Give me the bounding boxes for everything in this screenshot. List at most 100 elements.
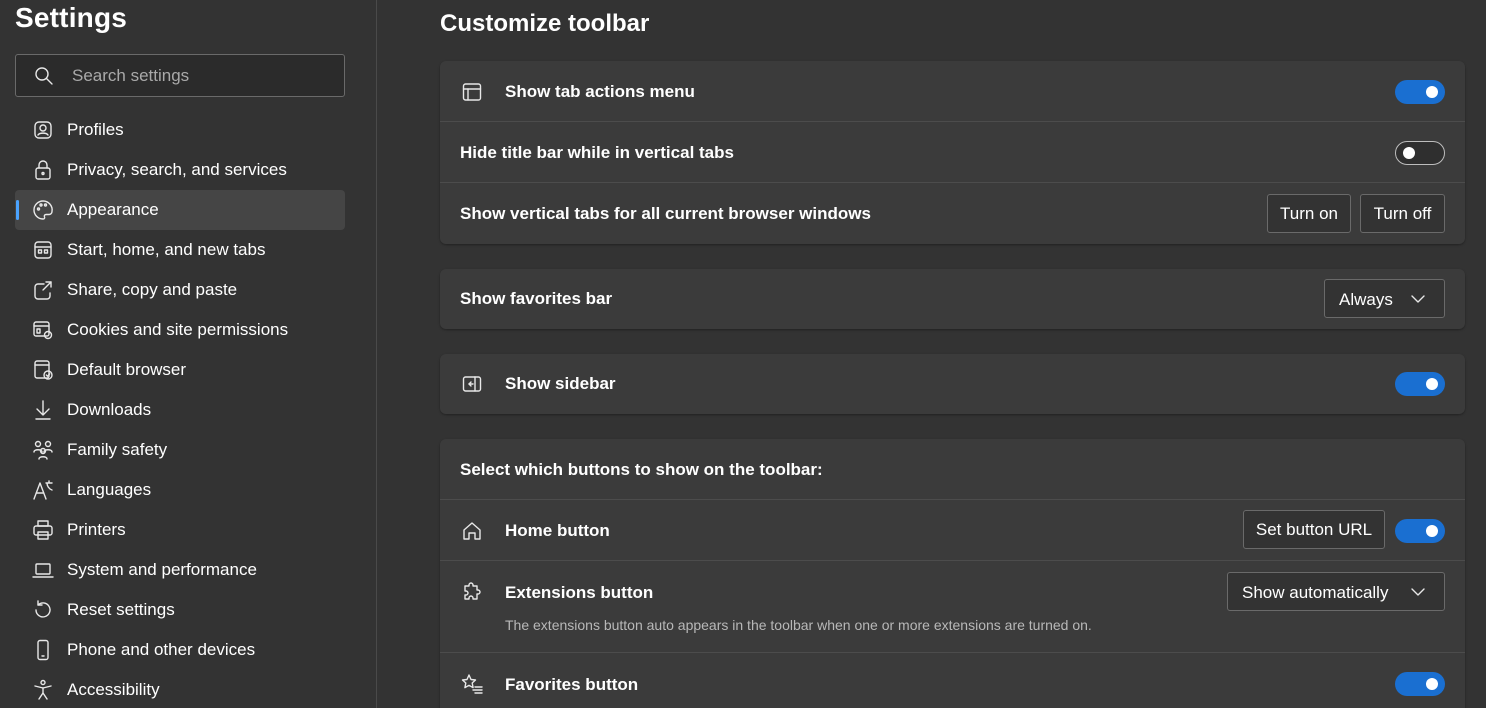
dropdown-value: Show automatically <box>1242 583 1389 602</box>
sidebar-item-reset[interactable]: Reset settings <box>15 590 345 630</box>
extensions-button-description: The extensions button auto appears in th… <box>505 617 1092 633</box>
setting-row-extensions-button: Extensions button The extensions button … <box>440 561 1465 653</box>
sidebar-item-label: Accessibility <box>67 680 160 699</box>
tabs-card: Show tab actions menu Hide title bar whi… <box>440 61 1465 244</box>
sidebar-label: Show sidebar <box>505 374 616 393</box>
favorites-bar-card: Show favorites bar Always <box>440 269 1465 329</box>
favorites-bar-label: Show favorites bar <box>460 289 613 308</box>
sidebar-item-languages[interactable]: Languages <box>15 470 345 510</box>
profile-icon <box>32 119 54 141</box>
toggle-knob <box>1426 678 1438 690</box>
toolbar-buttons-heading-row: Select which buttons to show on the tool… <box>440 439 1465 500</box>
laptop-icon <box>32 559 54 581</box>
languages-icon <box>32 479 54 501</box>
hide-title-bar-toggle[interactable] <box>1395 141 1445 165</box>
sidebar-item-label: Privacy, search, and services <box>67 160 287 179</box>
favorites-button-label: Favorites button <box>505 675 639 694</box>
sidebar-item-label: Family safety <box>67 440 168 459</box>
phone-icon <box>32 639 54 661</box>
setting-row-favorites-bar: Show favorites bar Always <box>440 269 1465 329</box>
sidebar-item-label: Cookies and site permissions <box>67 320 289 339</box>
search-input[interactable] <box>72 63 332 89</box>
sidebar-item-cookies[interactable]: Cookies and site permissions <box>15 310 345 350</box>
download-icon <box>32 399 54 421</box>
sidebar-toggle[interactable] <box>1395 372 1445 396</box>
setting-row-vertical-tabs: Show vertical tabs for all current brows… <box>440 183 1465 244</box>
set-button-url-button[interactable]: Set button URL <box>1243 510 1385 549</box>
sidebar-item-accessibility[interactable]: Accessibility <box>15 670 345 708</box>
tab-actions-label: Show tab actions menu <box>505 82 695 101</box>
palette-icon <box>32 199 54 221</box>
settings-title: Settings <box>15 2 128 33</box>
puzzle-icon <box>461 581 483 603</box>
home-button-label: Home button <box>505 521 610 540</box>
tab-actions-toggle[interactable] <box>1395 80 1445 104</box>
default-browser-icon <box>32 359 54 381</box>
favorites-bar-dropdown[interactable]: Always <box>1324 279 1445 318</box>
accessibility-icon <box>32 679 54 701</box>
home-button-toggle[interactable] <box>1395 519 1445 543</box>
tab-actions-icon <box>461 81 483 103</box>
share-icon <box>32 279 54 301</box>
extensions-button-dropdown[interactable]: Show automatically <box>1227 572 1445 611</box>
sidebar-item-privacy[interactable]: Privacy, search, and services <box>15 150 345 190</box>
chevron-down-icon <box>1410 293 1426 305</box>
dropdown-value: Always <box>1339 290 1393 309</box>
sidebar-item-label: System and performance <box>67 560 257 579</box>
main-content: Customize toolbar Show tab actions menu … <box>377 0 1486 708</box>
sidebar-item-label: Share, copy and paste <box>67 280 238 299</box>
sidebar-item-label: Phone and other devices <box>67 640 256 659</box>
sidebar-item-label: Printers <box>67 520 126 539</box>
sidebar-item-share[interactable]: Share, copy and paste <box>15 270 345 310</box>
chevron-down-icon <box>1410 586 1426 598</box>
vertical-tabs-label: Show vertical tabs for all current brows… <box>460 204 871 223</box>
search-icon <box>34 66 54 86</box>
sidebar-item-system[interactable]: System and performance <box>15 550 345 590</box>
sidebar-item-label: Reset settings <box>67 600 175 619</box>
turn-on-button[interactable]: Turn on <box>1267 194 1351 233</box>
toolbar-buttons-heading: Select which buttons to show on the tool… <box>460 460 823 479</box>
sidebar-item-printers[interactable]: Printers <box>15 510 345 550</box>
home-icon <box>461 520 483 542</box>
favorites-star-icon <box>461 673 483 695</box>
sidebar-item-label: Downloads <box>67 400 152 419</box>
turn-off-button[interactable]: Turn off <box>1360 194 1445 233</box>
sidebar-item-phone[interactable]: Phone and other devices <box>15 630 345 670</box>
hide-title-bar-label: Hide title bar while in vertical tabs <box>460 143 734 162</box>
lock-icon <box>32 159 54 181</box>
settings-sidebar: Settings Profiles Privacy, search, and s… <box>0 0 377 708</box>
setting-row-sidebar: Show sidebar <box>440 354 1465 414</box>
sidebar-item-profiles[interactable]: Profiles <box>15 110 345 150</box>
toggle-knob <box>1426 525 1438 537</box>
sidebar-item-label: Default browser <box>67 360 187 379</box>
cookies-icon <box>32 319 54 341</box>
sidebar-item-appearance[interactable]: Appearance <box>15 190 345 230</box>
printer-icon <box>32 519 54 541</box>
sidebar-item-default-browser[interactable]: Default browser <box>15 350 345 390</box>
sidebar-item-downloads[interactable]: Downloads <box>15 390 345 430</box>
toggle-knob <box>1426 86 1438 98</box>
setting-row-favorites-button: Favorites button <box>440 653 1465 708</box>
setting-row-tab-actions: Show tab actions menu <box>440 61 1465 122</box>
sidebar-icon <box>461 373 483 395</box>
sidebar-item-family[interactable]: Family safety <box>15 430 345 470</box>
settings-nav: Profiles Privacy, search, and services A… <box>15 110 345 708</box>
favorites-button-toggle[interactable] <box>1395 672 1445 696</box>
sidebar-item-label: Profiles <box>67 120 124 139</box>
extensions-button-label: Extensions button <box>505 583 654 602</box>
setting-row-home-button: Home button Set button URL <box>440 500 1465 561</box>
start-tabs-icon <box>32 239 54 261</box>
toggle-knob <box>1426 378 1438 390</box>
reset-icon <box>32 599 54 621</box>
toolbar-buttons-card: Select which buttons to show on the tool… <box>440 439 1465 708</box>
setting-row-hide-title-bar: Hide title bar while in vertical tabs <box>440 122 1465 183</box>
page-title: Customize toolbar <box>440 10 650 37</box>
sidebar-item-label: Appearance <box>67 200 159 219</box>
sidebar-item-start-home[interactable]: Start, home, and new tabs <box>15 230 345 270</box>
family-icon <box>32 439 54 461</box>
search-box[interactable] <box>15 54 345 97</box>
sidebar-card: Show sidebar <box>440 354 1465 414</box>
sidebar-item-label: Languages <box>67 480 152 499</box>
toggle-knob <box>1403 147 1415 159</box>
sidebar-item-label: Start, home, and new tabs <box>67 240 266 259</box>
